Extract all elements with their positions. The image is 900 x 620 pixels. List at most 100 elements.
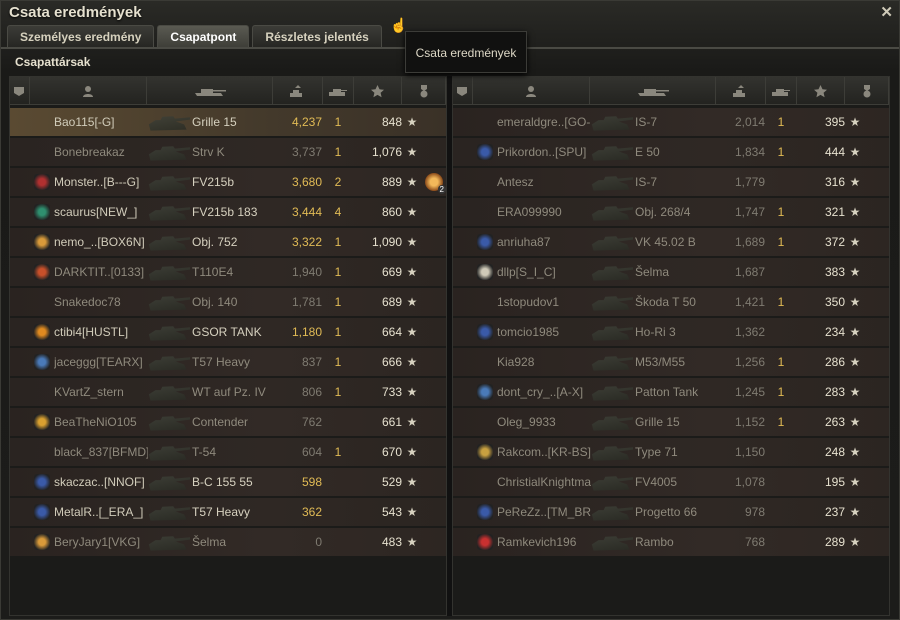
player-name: Snakedoc78 — [54, 295, 121, 309]
clan-emblem-icon — [477, 504, 493, 520]
xp-value: 0 — [315, 535, 322, 549]
player-row[interactable]: Ramkevich196 Rambo 768 289 ★ — [453, 528, 889, 556]
player-row[interactable]: DARKTIT..[0133] T110E4 1,940 1 669 ★ — [10, 258, 446, 286]
right-header-medal-icon[interactable] — [845, 77, 889, 105]
right-header-kills-icon[interactable] — [766, 77, 798, 105]
clan-icon — [30, 528, 54, 556]
achievement-medal-icon[interactable]: 2 — [425, 173, 446, 194]
player-row[interactable]: ChristialKnightmare FV4005 1,078 195 ★ — [453, 468, 889, 496]
tank-name: T57 Heavy — [192, 505, 251, 519]
player-row[interactable]: black_837[BFMD] T-54 604 1 670 ★ — [10, 438, 446, 466]
tank-name: IS-7 — [635, 115, 658, 129]
xp-value: 1,781 — [291, 295, 322, 309]
kills-value: 1 — [777, 115, 785, 129]
tank-name: FV215b — [192, 175, 235, 189]
tank-image-icon — [591, 138, 635, 166]
tab-personal-result[interactable]: Személyes eredmény — [7, 25, 155, 48]
player-name: Bonebreakaz — [54, 145, 125, 159]
left-header-xp-icon[interactable] — [273, 77, 323, 105]
player-row[interactable]: dllp[S_I_C] Šelma 1,687 383 ★ — [453, 258, 889, 286]
tooltip: Csata eredmények — [405, 31, 527, 73]
tank-name: T57 Heavy — [192, 355, 251, 369]
player-row[interactable]: Prikordon..[SPU] E 50 1,834 1 444 ★ — [453, 138, 889, 166]
tank-name: IS-7 — [635, 175, 658, 189]
player-row[interactable]: 1stopudov1 Škoda T 50 1,421 1 350 ★ — [453, 288, 889, 316]
close-icon[interactable]: ✕ — [880, 3, 893, 21]
points-star-icon: ★ — [406, 325, 418, 339]
right-header-platoon-icon[interactable] — [453, 77, 473, 105]
player-row[interactable]: KVartZ_stern WT auf Pz. IV 806 1 733 ★ — [10, 378, 446, 406]
clan-icon — [30, 348, 54, 376]
points-star-icon: ★ — [849, 325, 861, 339]
player-name: skaczac..[NNOF] — [54, 475, 145, 489]
left-header-medal-icon[interactable] — [402, 77, 446, 105]
player-row[interactable]: Monster..[B---G] FV215b 3,680 2 889 ★ 2 — [10, 168, 446, 196]
tab-detailed-report[interactable]: Részletes jelentés — [252, 25, 382, 48]
clan-icon — [473, 498, 497, 526]
clan-emblem-icon — [477, 384, 493, 400]
player-row[interactable]: emeraldgre..[GO-MA] IS-7 2,014 1 395 ★ — [453, 108, 889, 136]
clan-emblem-icon — [34, 324, 50, 340]
player-row[interactable]: tomcio1985 Ho-Ri 3 1,362 234 ★ — [453, 318, 889, 346]
player-row[interactable]: BeaTheNiO105 Contender 762 661 ★ — [10, 408, 446, 436]
player-row[interactable]: nemo_..[BOX6N] Obj. 752 3,322 1 1,090 ★ — [10, 228, 446, 256]
tank-silhouette-icon — [591, 446, 633, 461]
xp-value: 1,245 — [734, 385, 765, 399]
player-row[interactable]: ERA099990 Obj. 268/4 1,747 1 321 ★ — [453, 198, 889, 226]
left-header-player-icon[interactable] — [30, 77, 148, 105]
left-header-points-star-icon[interactable] — [354, 77, 403, 105]
player-row[interactable]: Bao115[-G] Grille 15 4,237 1 848 ★ — [10, 108, 446, 136]
player-row[interactable]: MetalR..[_ERA_] T57 Heavy 362 543 ★ — [10, 498, 446, 526]
player-row[interactable]: Bonebreakaz Strv K 3,737 1 1,076 ★ — [10, 138, 446, 166]
right-header-player-icon[interactable] — [473, 77, 591, 105]
kills-value: 1 — [334, 265, 342, 279]
tank-name: Progetto 66 — [635, 505, 698, 519]
kills-value: 1 — [777, 295, 785, 309]
player-row[interactable]: Rakcom..[KR-BS] Type 71 1,150 248 ★ — [453, 438, 889, 466]
points-value: 848 — [381, 115, 402, 129]
points-value: 372 — [824, 235, 845, 249]
tank-name: T-54 — [192, 445, 217, 459]
player-row[interactable]: Kia928 M53/M55 1,256 1 286 ★ — [453, 348, 889, 376]
points-star-icon: ★ — [406, 445, 418, 459]
points-value: 860 — [381, 205, 402, 219]
points-value: 263 — [824, 415, 845, 429]
points-value: 483 — [381, 535, 402, 549]
points-value: 543 — [381, 505, 402, 519]
points-star-icon: ★ — [849, 115, 861, 129]
battle-results-window: Csata eredmények ✕ ☝ Személyes eredmény … — [0, 0, 900, 620]
tank-silhouette-icon — [148, 446, 190, 461]
tank-image-icon — [591, 288, 635, 316]
left-header-kills-icon[interactable] — [323, 77, 355, 105]
player-row[interactable]: scaurus[NEW_] FV215b 183 3,444 4 860 ★ — [10, 198, 446, 226]
right-header-xp-icon[interactable] — [716, 77, 766, 105]
player-name: dllp[S_I_C] — [497, 265, 556, 279]
tank-name: GSOR TANK — [192, 325, 262, 339]
player-name: Kia928 — [497, 355, 535, 369]
xp-value: 4,237 — [291, 115, 322, 129]
tab-team-score[interactable]: Csapatpont — [157, 25, 250, 48]
right-header-tank-icon[interactable] — [590, 77, 716, 105]
player-row[interactable]: PeReZz..[TM_BR] Progetto 66 978 237 ★ — [453, 498, 889, 526]
player-row[interactable]: anriuha87 VK 45.02 B 1,689 1 372 ★ — [453, 228, 889, 256]
clan-emblem-icon — [477, 234, 493, 250]
points-star-icon: ★ — [406, 175, 418, 189]
xp-value: 1,421 — [734, 295, 765, 309]
player-row[interactable]: jaceggg[TEARX] T57 Heavy 837 1 666 ★ — [10, 348, 446, 376]
player-row[interactable]: Snakedoc78 Obj. 140 1,781 1 689 ★ — [10, 288, 446, 316]
player-row[interactable]: dont_cry_..[A-X] Patton Tank 1,245 1 283 ★ — [453, 378, 889, 406]
player-row[interactable]: Antesz IS-7 1,779 316 ★ — [453, 168, 889, 196]
right-header-points-star-icon[interactable] — [797, 77, 846, 105]
tank-silhouette-icon — [591, 476, 633, 491]
left-header-platoon-icon[interactable] — [10, 77, 30, 105]
tank-silhouette-icon — [591, 386, 633, 401]
tank-name: E 50 — [635, 145, 660, 159]
xp-value: 1,078 — [734, 475, 765, 489]
tank-silhouette-icon — [148, 266, 190, 281]
left-header-tank-icon[interactable] — [147, 77, 273, 105]
player-row[interactable]: Oleg_9933 Grille 15 1,152 1 263 ★ — [453, 408, 889, 436]
player-row[interactable]: skaczac..[NNOF] B-C 155 55 598 529 ★ — [10, 468, 446, 496]
player-row[interactable]: BeryJary1[VKG] Šelma 0 483 ★ — [10, 528, 446, 556]
player-row[interactable]: ctibi4[HUSTL] GSOR TANK 1,180 1 664 ★ — [10, 318, 446, 346]
points-star-icon: ★ — [406, 205, 418, 219]
